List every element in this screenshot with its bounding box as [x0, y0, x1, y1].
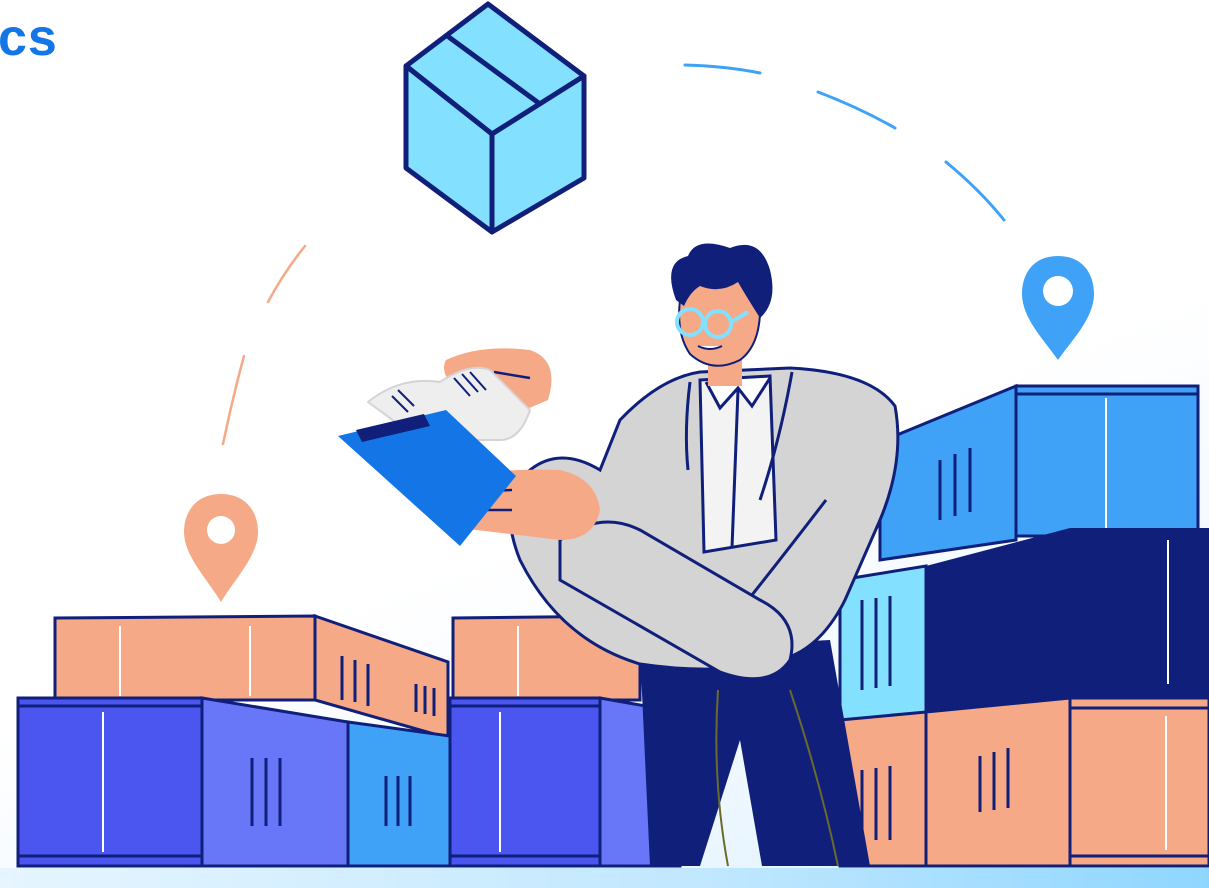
location-pin-icon-orange: [184, 494, 258, 602]
location-pin-icon-blue: [1022, 256, 1094, 360]
route-dash-blue-2: [816, 90, 897, 130]
container-stack-left: [16, 613, 452, 868]
logistics-illustration: [16, 1, 1209, 868]
route-dash-blue-1: [683, 63, 762, 75]
route-dash-peach-2: [221, 354, 246, 446]
package-box-icon: [403, 1, 587, 235]
route-dashes: [221, 63, 1006, 446]
route-dash-blue-3: [944, 160, 1006, 222]
route-dash-peach-1: [266, 244, 307, 304]
